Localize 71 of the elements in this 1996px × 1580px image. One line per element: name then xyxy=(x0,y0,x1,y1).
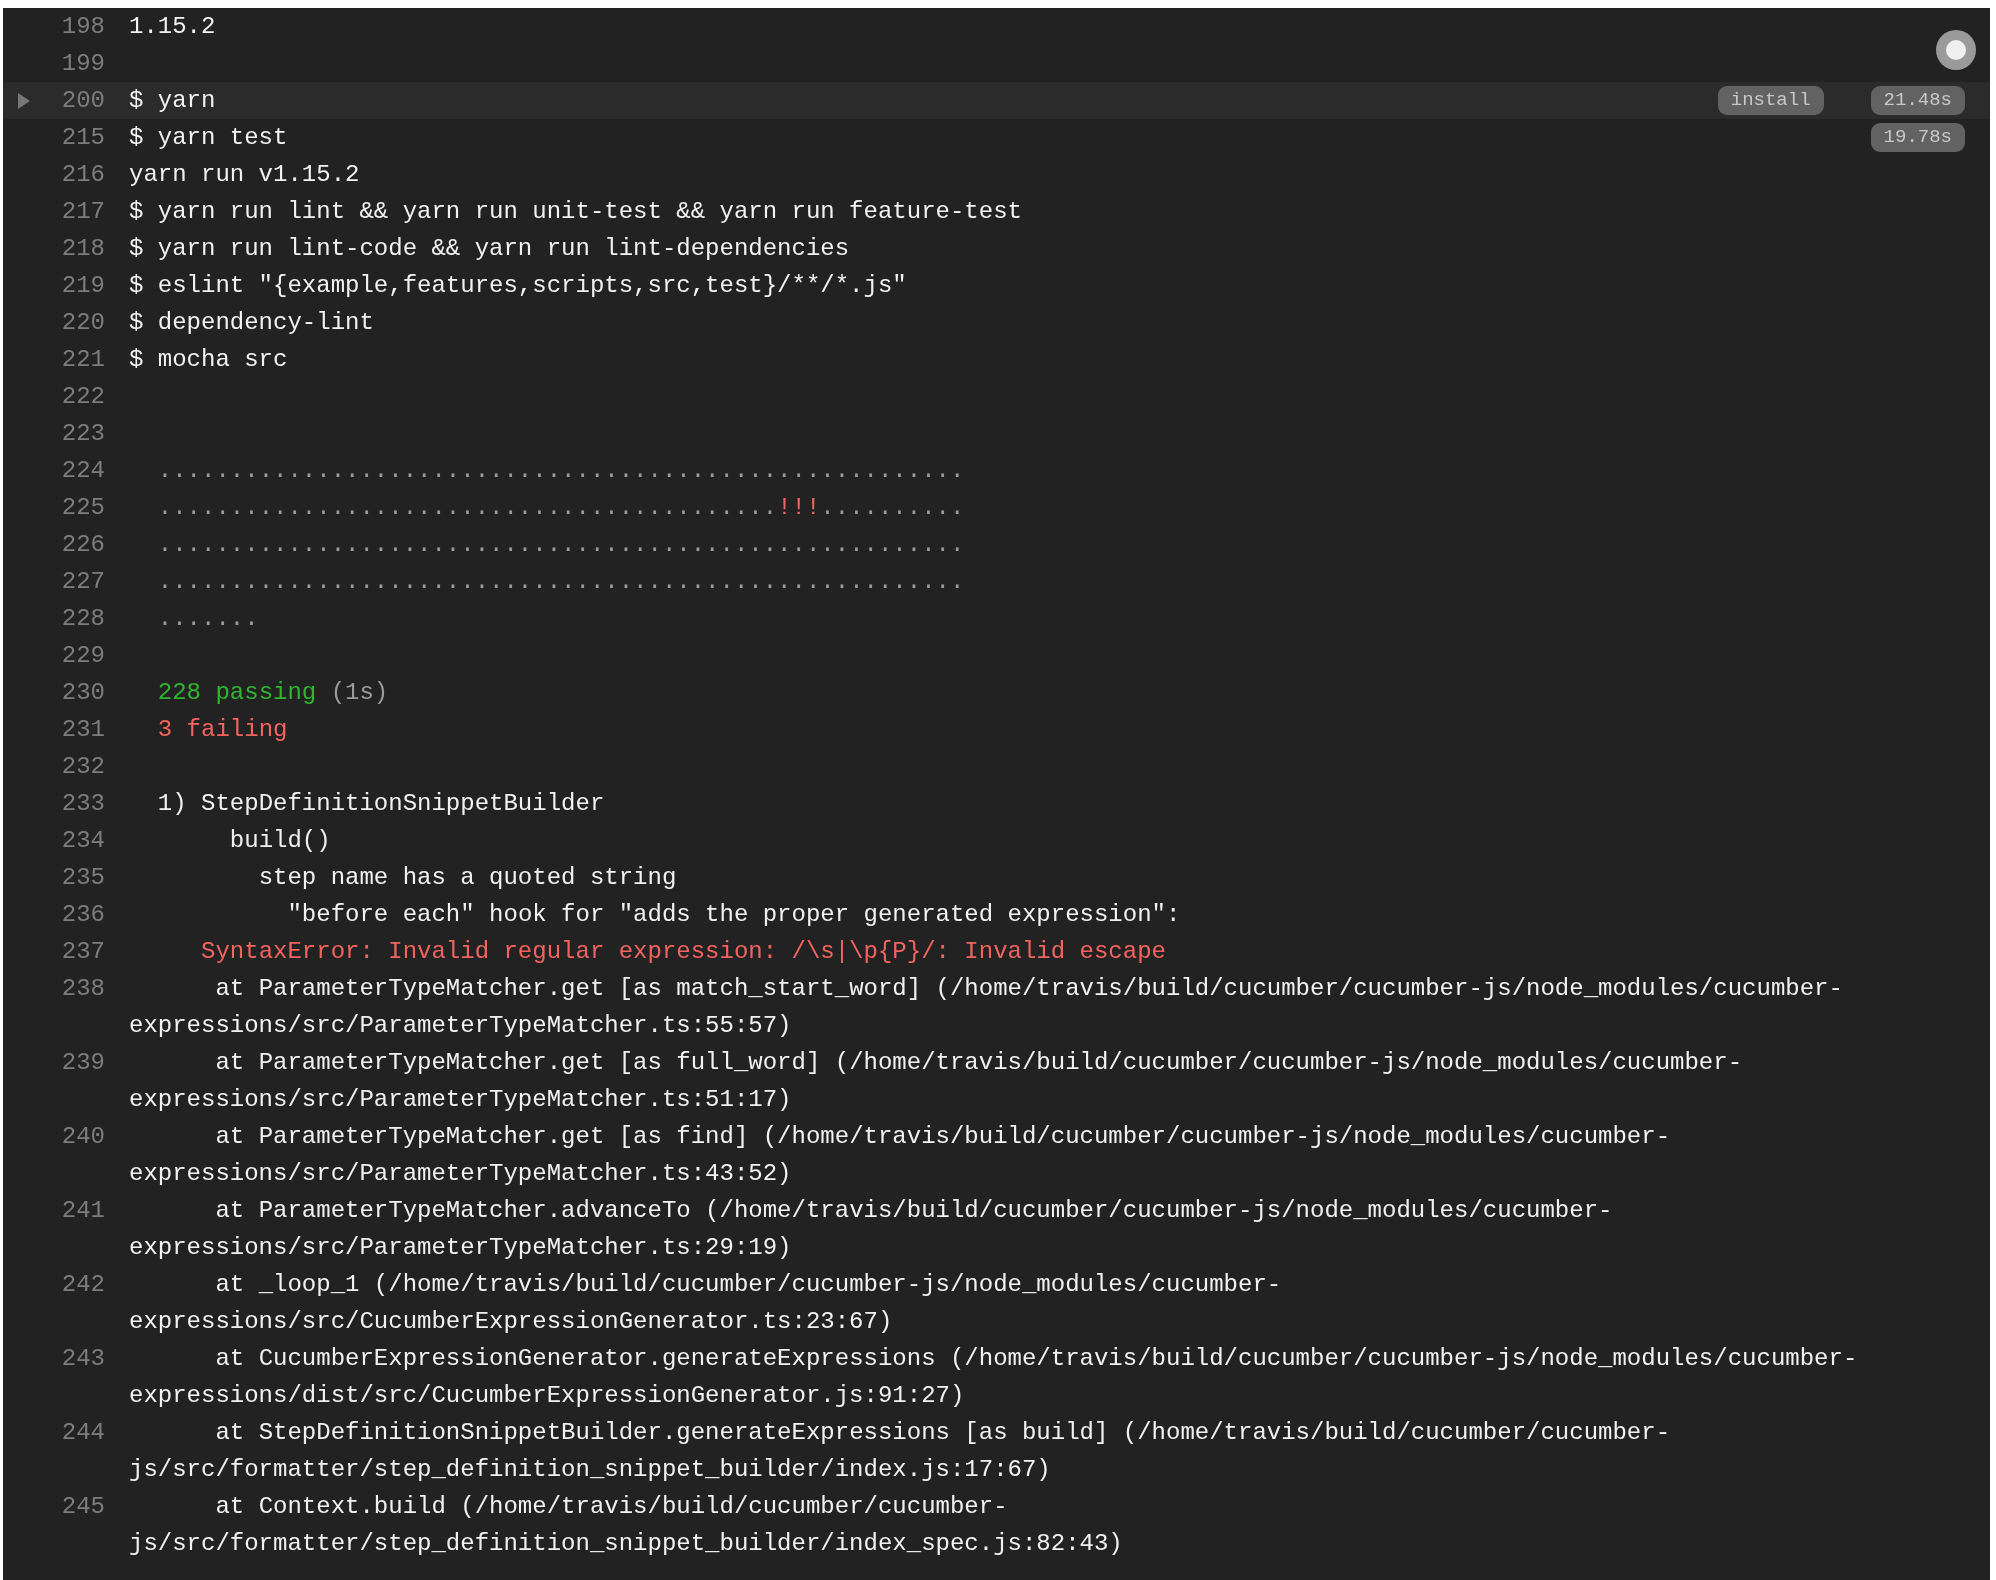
line-number[interactable]: 215 xyxy=(45,119,105,156)
log-text: 1.15.2 xyxy=(129,13,216,40)
line-number[interactable]: 199 xyxy=(45,45,105,82)
duration-badge: 21.48s xyxy=(1870,86,1965,115)
line-number[interactable]: 217 xyxy=(45,193,105,230)
log-text: $ yarn run lint-code && yarn run lint-dependencies xyxy=(129,235,850,262)
line-number[interactable]: 218 xyxy=(45,230,105,267)
line-number[interactable]: 222 xyxy=(45,378,105,415)
passing-count: 228 passing xyxy=(156,679,317,706)
log-text: build() xyxy=(228,827,331,854)
line-number[interactable]: 233 xyxy=(45,785,105,822)
line-number[interactable]: 241 xyxy=(45,1192,105,1229)
line-number[interactable]: 219 xyxy=(45,267,105,304)
caret-right-icon[interactable] xyxy=(17,92,31,109)
line-number[interactable]: 226 xyxy=(45,526,105,563)
log-text: at StepDefinitionSnippetBuilder.generateExpressions [as build] (/home/travis/build/cucumber/cucumber-js/src/formatter/step_definition_snippet_builder/index.js:17:67) xyxy=(129,1419,1671,1483)
scroll-toggle-button[interactable] xyxy=(1936,30,1976,70)
line-number[interactable]: 220 xyxy=(45,304,105,341)
line-number[interactable]: 243 xyxy=(45,1340,105,1377)
log-text: ........................................................ xyxy=(156,531,965,558)
log-text: $ dependency-lint xyxy=(129,309,374,336)
log-text: 1) StepDefinitionSnippetBuilder xyxy=(156,790,605,817)
line-number[interactable]: 245 xyxy=(45,1488,105,1525)
log-text: .......... xyxy=(820,494,965,521)
log-text: at ParameterTypeMatcher.advanceTo (/home/travis/build/cucumber/cucumber-js/node_modules/cucumber-expressions/src/ParameterTypeMatcher.ts:29:19) xyxy=(129,1197,1613,1261)
line-number[interactable]: 198 xyxy=(45,8,105,45)
line-number[interactable]: 221 xyxy=(45,341,105,378)
line-number[interactable]: 216 xyxy=(45,156,105,193)
log-text: $ yarn run lint && yarn run unit-test && yarn run feature-test xyxy=(129,198,1022,225)
line-number[interactable]: 244 xyxy=(45,1414,105,1451)
line-number[interactable]: 237 xyxy=(45,933,105,970)
line-number[interactable]: 231 xyxy=(45,711,105,748)
line-number[interactable]: 236 xyxy=(45,896,105,933)
line-number[interactable]: 225 xyxy=(45,489,105,526)
log-text: at _loop_1 (/home/travis/build/cucumber/cucumber-js/node_modules/cucumber-expressions/src/CucumberExpressionGenerator.ts:23:67) xyxy=(129,1271,1282,1335)
log-text: yarn run v1.15.2 xyxy=(129,161,360,188)
stage-tag: install xyxy=(1717,86,1824,115)
log-text: at CucumberExpressionGenerator.generateExpressions (/home/travis/build/cucumber/cucumber-js/node_modules/cucumber-expressions/dist/src/CucumberExpressionGenerator.js:91:27) xyxy=(129,1345,1858,1409)
log-text: at ParameterTypeMatcher.get [as find] (/home/travis/build/cucumber/cucumber-js/node_modules/cucumber-expressions/src/ParameterTypeMatcher.ts:43:52) xyxy=(129,1123,1671,1187)
line-number[interactable]: 223 xyxy=(45,415,105,452)
log-text: ........................................................ xyxy=(156,457,965,484)
line-number[interactable]: 200 xyxy=(45,82,105,119)
log-text: ....... xyxy=(156,605,259,632)
line-number[interactable]: 232 xyxy=(45,748,105,785)
line-number[interactable]: 224 xyxy=(45,452,105,489)
line-number[interactable]: 228 xyxy=(45,600,105,637)
failure-text: !!! xyxy=(777,494,821,521)
line-number[interactable]: 229 xyxy=(45,637,105,674)
line-number[interactable]: 238 xyxy=(45,970,105,1007)
log-text: $ yarn xyxy=(129,87,216,114)
failure-text: SyntaxError: Invalid regular expression: /\s|\p{P}/: Invalid escape xyxy=(200,938,1166,965)
line-number[interactable]: 234 xyxy=(45,822,105,859)
log-text: (1s) xyxy=(329,679,389,706)
log-text: ........................................... xyxy=(156,494,778,521)
log-text: "before each" hook for "adds the proper generated expression": xyxy=(286,901,1181,928)
log-text: at ParameterTypeMatcher.get [as match_start_word] (/home/travis/build/cucumber/cucumber-js/node_modules/cucumber-expressions/src/ParameterTypeMatcher.ts:55:57) xyxy=(129,975,1843,1039)
log-text: step name has a quoted string xyxy=(257,864,677,891)
line-number[interactable]: 239 xyxy=(45,1044,105,1081)
log-text: $ eslint "{example,features,scripts,src,test}/**/*.js" xyxy=(129,272,907,299)
duration-badge: 19.78s xyxy=(1870,123,1965,152)
failure-text: 3 failing xyxy=(156,716,288,743)
line-number[interactable]: 235 xyxy=(45,859,105,896)
log-text: ........................................................ xyxy=(156,568,965,595)
log-text: $ yarn test xyxy=(129,124,288,151)
log-text: at ParameterTypeMatcher.get [as full_word] (/home/travis/build/cucumber/cucumber-js/node_modules/cucumber-expressions/src/ParameterTypeMatcher.ts:51:17) xyxy=(129,1049,1743,1113)
line-number[interactable]: 230 xyxy=(45,674,105,711)
log-text: at Context.build (/home/travis/build/cucumber/cucumber-js/src/formatter/step_definition_snippet_builder/index_spec.js:82:43) xyxy=(129,1493,1123,1557)
line-number[interactable]: 240 xyxy=(45,1118,105,1155)
line-number[interactable]: 227 xyxy=(45,563,105,600)
line-number[interactable]: 242 xyxy=(45,1266,105,1303)
log-text: $ mocha src xyxy=(129,346,288,373)
